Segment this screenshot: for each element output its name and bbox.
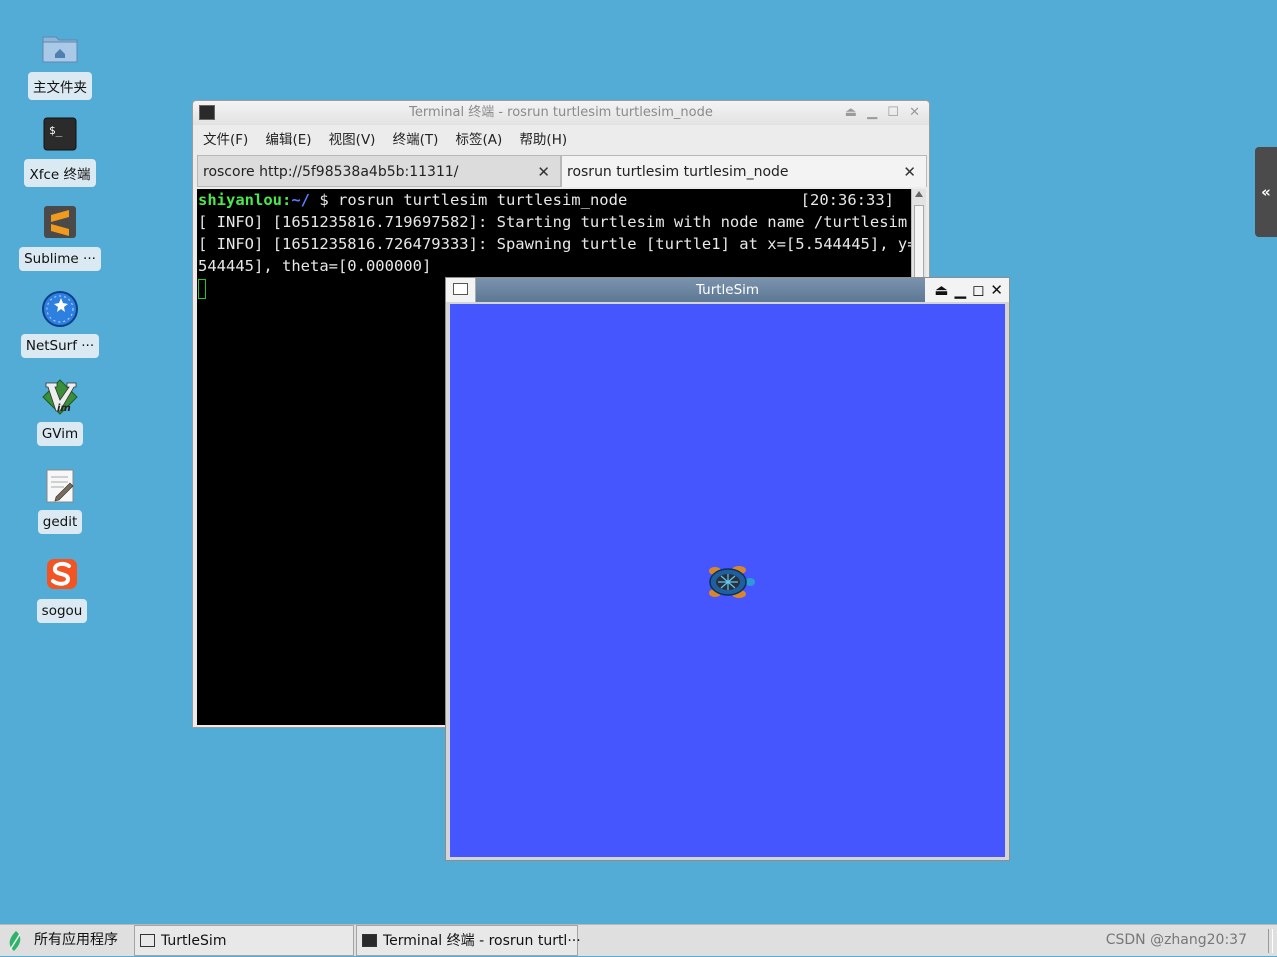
prompt-time: [20:36:33]: [800, 191, 894, 209]
leaf-logo-icon: [9, 931, 21, 951]
tab-roscore[interactable]: roscore http://5f98538a4b5b:11311/ ✕: [197, 155, 561, 187]
terminal-icon: $_: [40, 115, 80, 155]
turtlesim-titlebar[interactable]: TurtleSim ⏏▁◻✕: [446, 278, 1009, 302]
panel-collapse-handle[interactable]: «: [1255, 147, 1277, 237]
taskbar-window-terminal[interactable]: Terminal 终端 - rosrun turtl···: [356, 925, 581, 956]
turtle-icon: [709, 566, 755, 598]
svg-text:$_: $_: [49, 124, 63, 137]
desktop-icon-label: sogou: [36, 599, 88, 623]
prompt-path: ~/: [291, 191, 310, 209]
desktop-icon-label: gedit: [37, 510, 83, 534]
turtlesim-window: TurtleSim ⏏▁◻✕: [445, 277, 1010, 861]
window-controls[interactable]: ⏏▁◻✕: [925, 278, 1009, 302]
globe-icon: [40, 290, 80, 330]
terminal-line: [ INFO] [1651235816.726479333]: Spawning…: [198, 235, 911, 253]
desktop-icon-label: Xfce 终端: [24, 159, 96, 187]
desktop-icon-sogou[interactable]: sogou: [14, 555, 110, 623]
menu-help[interactable]: 帮助(H): [519, 132, 567, 148]
taskbar-window-label: Terminal 终端 - rosrun turtl···: [383, 933, 581, 949]
applications-menu-label: 所有应用程序: [34, 932, 118, 948]
menu-view[interactable]: 视图(V): [329, 132, 376, 148]
scrollbar-thumb[interactable]: [914, 205, 924, 285]
desktop-icon-label: GVim: [36, 422, 84, 446]
tab-label: roscore http://5f98538a4b5b:11311/: [203, 164, 459, 180]
terminal-title: Terminal 终端 - rosrun turtlesim turtlesim…: [409, 105, 713, 120]
window-icon: [140, 934, 155, 947]
prompt-user: shiyanlou:: [198, 191, 292, 209]
vim-icon: im: [40, 378, 80, 418]
svg-text:im: im: [57, 403, 71, 414]
window-controls[interactable]: ⏏ ▁ ☐ ✕: [845, 101, 923, 125]
terminal-titlebar[interactable]: Terminal 终端 - rosrun turtlesim turtlesim…: [193, 101, 929, 125]
terminal-tabbar: roscore http://5f98538a4b5b:11311/ ✕ ros…: [197, 155, 927, 187]
scroll-up-arrow-icon[interactable]: [915, 191, 923, 197]
taskbar-window-turtlesim[interactable]: TurtleSim: [134, 925, 354, 956]
taskbar-separator: [1268, 929, 1273, 953]
sogou-icon: [42, 555, 82, 595]
sublime-icon: [40, 203, 80, 243]
tab-label: rosrun turtlesim turtlesim_node: [567, 164, 789, 180]
close-icon[interactable]: ✕: [903, 156, 916, 188]
desktop-icon-label: 主文件夹: [28, 72, 92, 100]
prompt-command: $ rosrun turtlesim turtlesim_node: [310, 191, 628, 209]
text-editor-icon: [40, 466, 80, 506]
close-icon[interactable]: ✕: [537, 156, 550, 188]
turtlesim-canvas: [450, 304, 1005, 857]
clock-watermark: CSDN @zhang20:37: [1105, 932, 1247, 948]
menu-terminal[interactable]: 终端(T): [393, 132, 439, 148]
desktop-icon-netsurf[interactable]: NetSurf ···: [12, 290, 108, 358]
home-folder-icon: [40, 28, 80, 68]
desktop-icon-gvim[interactable]: im GVim: [12, 378, 108, 446]
taskbar: 所有应用程序 TurtleSim Terminal 终端 - rosrun tu…: [0, 924, 1277, 956]
desktop-icon-label: Sublime ···: [19, 247, 101, 271]
applications-menu-button[interactable]: 所有应用程序: [6, 925, 132, 956]
terminal-icon: [362, 934, 377, 947]
terminal-app-icon[interactable]: [199, 105, 215, 120]
menu-file[interactable]: 文件(F): [203, 132, 248, 148]
terminal-line: 544445], theta=[0.000000]: [198, 257, 432, 275]
desktop-icon-label: NetSurf ···: [20, 334, 100, 358]
window-menu-icon[interactable]: [446, 278, 476, 302]
taskbar-window-label: TurtleSim: [161, 933, 227, 949]
menu-edit[interactable]: 编辑(E): [265, 132, 311, 148]
terminal-line: [ INFO] [1651235816.719697582]: Starting…: [198, 213, 908, 231]
desktop-icon-sublime[interactable]: Sublime ···: [12, 203, 108, 271]
tab-turtlesim-node[interactable]: rosrun turtlesim turtlesim_node ✕: [561, 155, 927, 187]
desktop-icon-gedit[interactable]: gedit: [12, 466, 108, 534]
turtlesim-title: TurtleSim: [695, 282, 760, 298]
menu-tabs[interactable]: 标签(A): [456, 132, 503, 148]
terminal-menubar: 文件(F) 编辑(E) 视图(V) 终端(T) 标签(A) 帮助(H): [193, 127, 929, 153]
terminal-cursor: [198, 278, 206, 299]
desktop-icon-home[interactable]: 主文件夹: [12, 28, 108, 100]
desktop-icon-terminal[interactable]: $_ Xfce 终端: [12, 115, 108, 187]
